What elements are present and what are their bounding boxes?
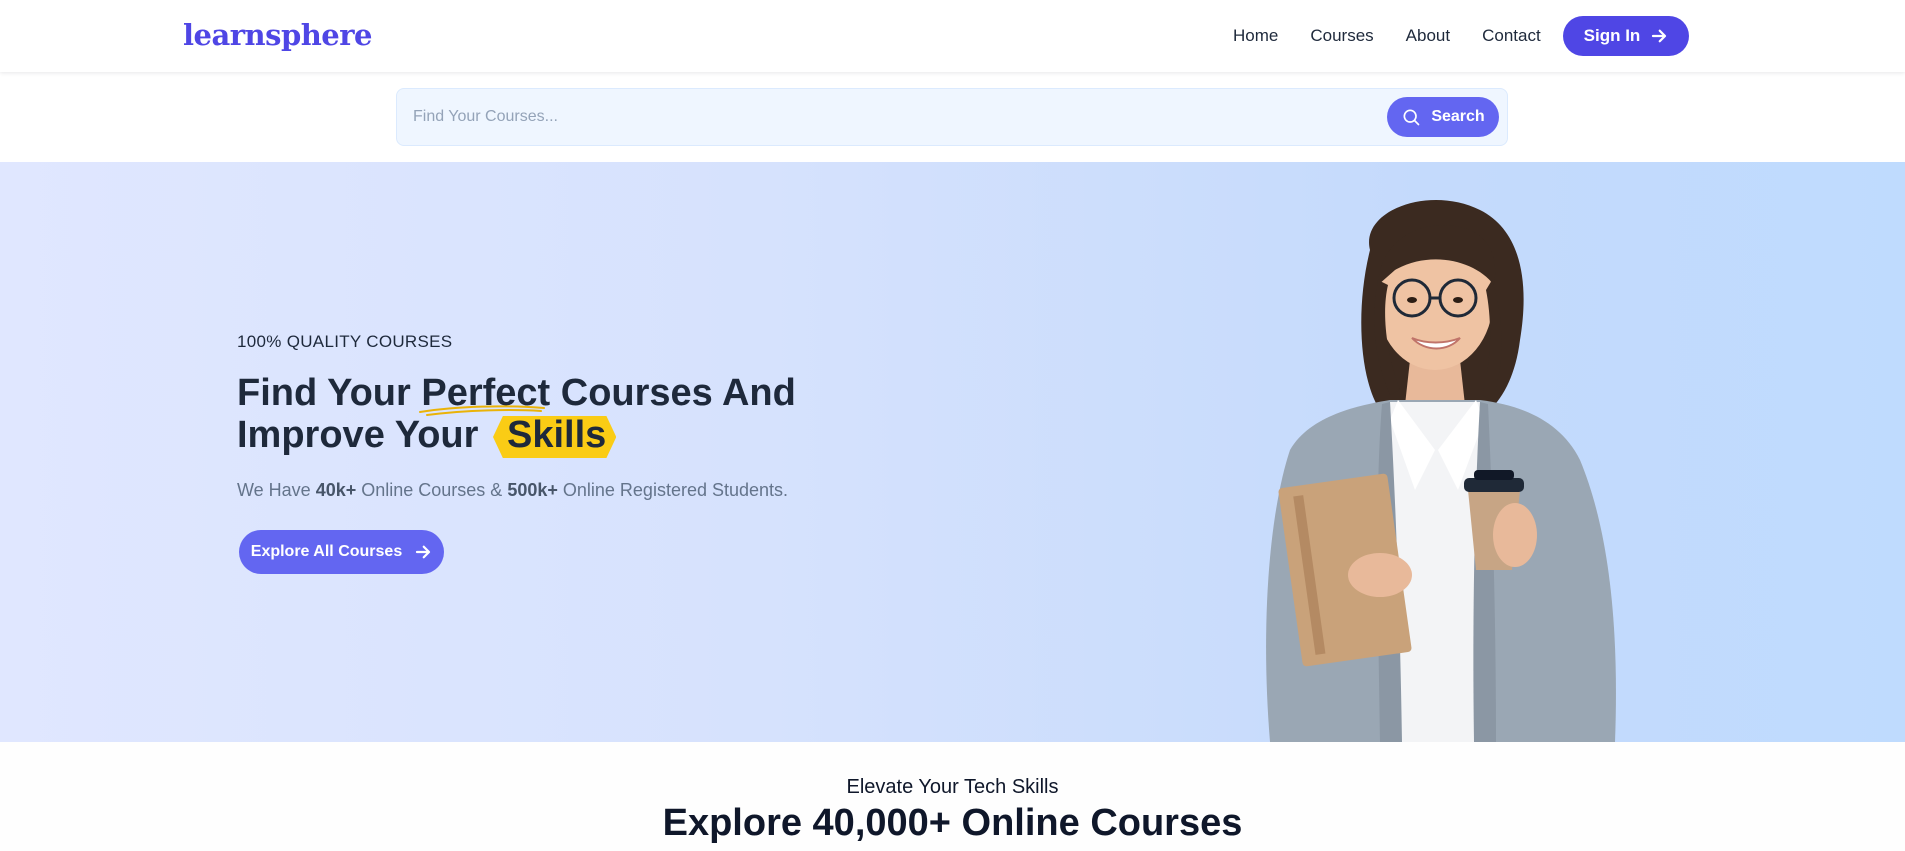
hero-eyebrow: 100% QUALITY COURSES <box>237 332 453 351</box>
headline-underlined-word: Perfect <box>419 372 550 416</box>
subline-middle: Online Courses & <box>356 480 508 500</box>
headline-text: Find Your <box>237 372 422 414</box>
nav-link-about[interactable]: About <box>1406 25 1450 47</box>
search-button-label: Search <box>1431 108 1485 125</box>
search-bar: Search <box>396 88 1508 146</box>
search-input[interactable] <box>413 89 1373 145</box>
arrow-right-icon <box>1652 29 1667 43</box>
search-section: Search <box>0 72 1905 162</box>
main-nav: Home Courses About Contact <box>1233 25 1573 47</box>
stat-courses-count: 40k+ <box>315 480 357 500</box>
headline-line-2-text: Improve Your <box>237 414 479 456</box>
nav-link-contact[interactable]: Contact <box>1482 25 1541 47</box>
hero-subline: We Have 40k+ Online Courses & 500k+ Onli… <box>237 480 788 501</box>
section-kicker: Elevate Your Tech Skills <box>846 776 1059 798</box>
sign-in-label: Sign In <box>1583 26 1641 45</box>
explore-button-label: Explore All Courses <box>250 543 403 560</box>
headline-highlight-badge: Skills <box>493 414 616 456</box>
student-photo <box>1266 199 1616 742</box>
explore-all-courses-button[interactable]: Explore All Courses <box>239 530 444 574</box>
brand-logo[interactable]: learnsphere <box>183 18 373 52</box>
arrow-right-icon <box>416 545 431 559</box>
headline-text-end: Courses And <box>550 372 796 414</box>
top-navbar: learnsphere Home Courses About Contact S… <box>0 0 1905 72</box>
hero-headline: Find Your Perfect Courses And Improve Yo… <box>237 372 937 456</box>
subline-prefix: We Have <box>237 480 316 500</box>
section-title: Explore 40,000+ Online Courses <box>662 802 1243 844</box>
hero-banner: 100% QUALITY COURSES Find Your Perfect C… <box>0 162 1905 742</box>
nav-link-home[interactable]: Home <box>1233 25 1278 47</box>
headline-line-2: Improve Your Skills <box>237 414 937 456</box>
sign-in-button[interactable]: Sign In <box>1563 16 1689 56</box>
stat-students-count: 500k+ <box>507 480 558 500</box>
nav-link-courses[interactable]: Courses <box>1310 25 1373 47</box>
search-icon <box>1403 109 1420 126</box>
courses-section-intro: Elevate Your Tech Skills Explore 40,000+… <box>0 742 1905 851</box>
subline-suffix: Online Registered Students. <box>557 480 789 500</box>
search-button[interactable]: Search <box>1387 97 1499 137</box>
headline-line-1: Find Your Perfect Courses And <box>237 372 937 416</box>
